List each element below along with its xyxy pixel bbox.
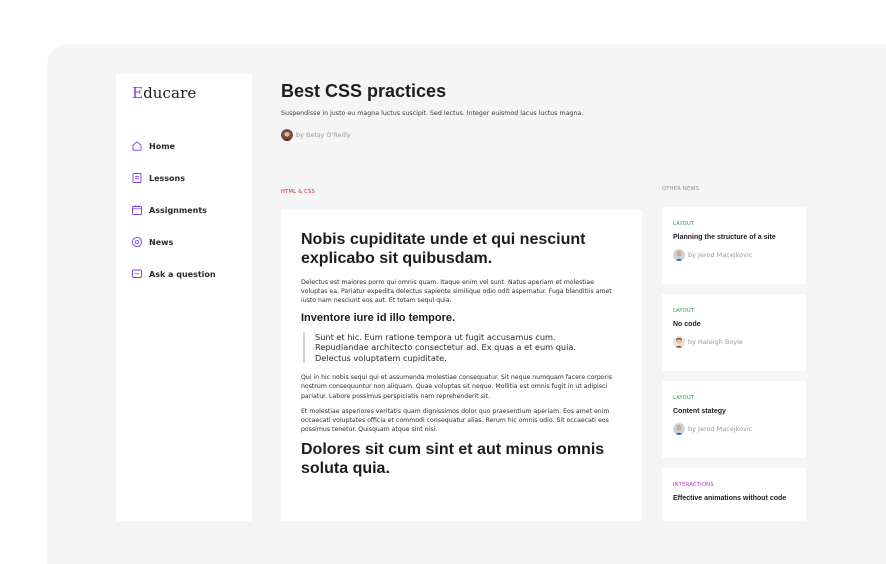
sidebar-item-label: Assignments bbox=[149, 205, 207, 215]
other-news-label: OTHER NEWS bbox=[662, 186, 700, 192]
sidebar-item-news[interactable]: News bbox=[131, 226, 251, 258]
sidebar: Educare Home Lessons Assignments News As… bbox=[116, 74, 252, 521]
article-heading: Nobis cupiditate unde et qui nesciunt ex… bbox=[301, 231, 586, 267]
article-subheading: Inventore iure id illo tempore. bbox=[301, 311, 456, 324]
section-label[interactable]: HTML & CSS bbox=[281, 189, 315, 195]
sidebar-nav: Home Lessons Assignments News Ask a ques… bbox=[131, 130, 251, 290]
sidebar-item-label: Home bbox=[149, 141, 175, 151]
sidebar-item-lessons[interactable]: Lessons bbox=[131, 162, 251, 194]
news-tag: INTERACTIONS bbox=[673, 482, 714, 488]
sidebar-item-home[interactable]: Home bbox=[131, 130, 251, 162]
news-title[interactable]: Effective animations without code bbox=[673, 494, 795, 503]
sidebar-item-label: News bbox=[149, 237, 174, 247]
news-card[interactable]: LAYOUT Content stategy by Jerod Macejkov… bbox=[662, 381, 806, 458]
sidebar-item-assignments[interactable]: Assignments bbox=[131, 194, 251, 226]
news-card[interactable]: INTERACTIONS Effective animations withou… bbox=[662, 468, 806, 521]
news-title[interactable]: Planning the structure of a site bbox=[673, 233, 795, 242]
news-author-name: by Haleigh Boyle bbox=[688, 338, 743, 346]
document-icon bbox=[131, 172, 143, 184]
news-title[interactable]: Content stategy bbox=[673, 407, 795, 416]
page-title: Best CSS practices bbox=[281, 81, 447, 101]
sidebar-item-ask-a-question[interactable]: Ask a question bbox=[131, 258, 251, 290]
news-author-name: by Jerod Macejkovic bbox=[688, 251, 753, 259]
sidebar-item-label: Ask a question bbox=[149, 269, 216, 279]
at-sign-icon bbox=[131, 236, 143, 248]
sidebar-item-label: Lessons bbox=[149, 173, 185, 183]
avatar bbox=[673, 336, 685, 348]
avatar bbox=[673, 249, 685, 261]
news-title[interactable]: No code bbox=[673, 320, 795, 329]
avatar bbox=[673, 423, 685, 435]
article-paragraph: Et molestiae asperiores veritatis quam d… bbox=[301, 407, 610, 434]
home-icon bbox=[131, 140, 143, 152]
news-author: by Jerod Macejkovic bbox=[673, 423, 795, 435]
news-card[interactable]: LAYOUT No code by Haleigh Boyle bbox=[662, 294, 806, 371]
article-quote: Sunt et hic. Eum ratione tempora ut fugi… bbox=[303, 331, 603, 364]
brand-logo[interactable]: Educare bbox=[132, 84, 196, 102]
news-author: by Haleigh Boyle bbox=[673, 336, 795, 348]
news-tag: LAYOUT bbox=[673, 308, 695, 314]
page-author[interactable]: by Betsy O'Reilly bbox=[281, 129, 351, 141]
article-paragraph: Delectus est maiores porro qui omnis qua… bbox=[301, 279, 612, 305]
avatar bbox=[281, 129, 293, 141]
news-author: by Jerod Macejkovic bbox=[673, 249, 795, 261]
news-card[interactable]: LAYOUT Planning the structure of a site … bbox=[662, 207, 806, 284]
author-name: by Betsy O'Reilly bbox=[296, 131, 351, 139]
brand-rest: ducare bbox=[143, 84, 197, 102]
page-subtitle: Suspendisse in justo eu magna luctus sus… bbox=[281, 110, 584, 117]
brand-first-letter: E bbox=[132, 84, 144, 102]
article-heading-2: Dolores sit cum sint et aut minus omnis … bbox=[301, 441, 605, 478]
news-tag: LAYOUT bbox=[673, 395, 695, 401]
article-paragraph: Qui in hic nobis sequi qui et assumenda … bbox=[301, 374, 613, 400]
chat-icon bbox=[131, 268, 143, 280]
article-card: Nobis cupiditate unde et qui nesciunt ex… bbox=[281, 210, 642, 521]
news-author-name: by Jerod Macejkovic bbox=[688, 425, 753, 433]
news-tag: LAYOUT bbox=[673, 221, 695, 227]
calendar-icon bbox=[131, 204, 143, 216]
